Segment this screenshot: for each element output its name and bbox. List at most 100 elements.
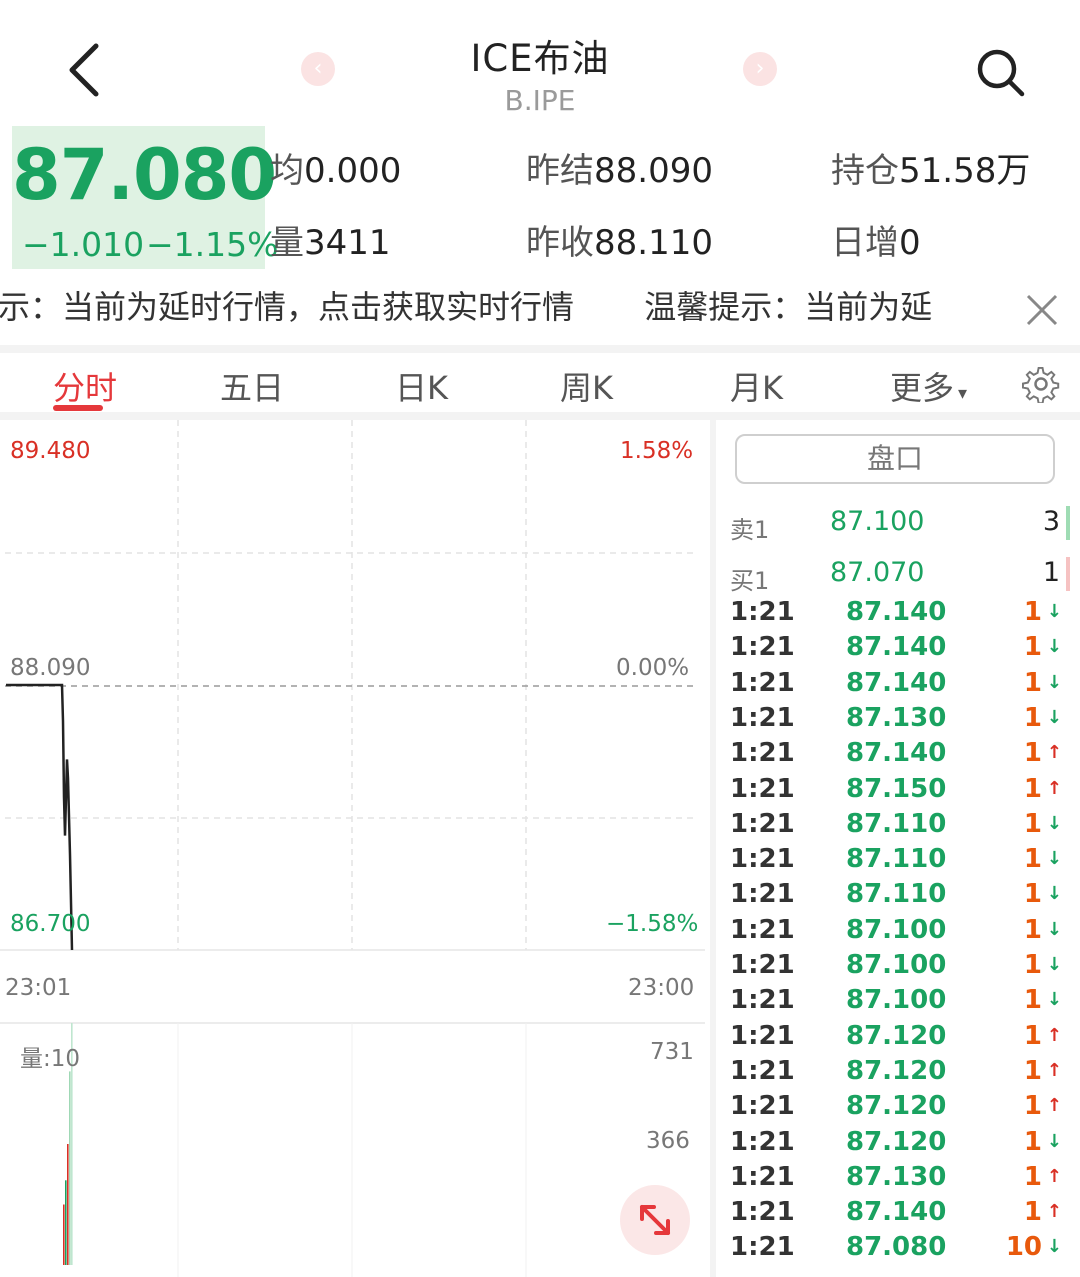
tick-price: 87.120 xyxy=(846,1091,947,1122)
tick-volume: 1 xyxy=(1023,1161,1042,1192)
arrow-down-icon: ↓ xyxy=(1046,918,1062,940)
tick-volume: 1 xyxy=(1023,1055,1042,1086)
tick-time: 1:21 xyxy=(730,985,795,1016)
arrow-up-icon: ↑ xyxy=(1046,1024,1062,1046)
arrow-down-icon: ↓ xyxy=(1046,671,1062,693)
tick-volume: 1 xyxy=(1023,738,1042,769)
tick-volume: 1 xyxy=(1023,1091,1042,1122)
tick-price: 87.100 xyxy=(846,914,947,945)
divider xyxy=(0,345,1080,353)
chart-tabs: 分时 五日 日K 周K 月K 更多 ▾ xyxy=(0,355,1080,415)
tick-price: 87.110 xyxy=(846,808,947,839)
tick-time: 1:21 xyxy=(730,914,795,945)
prev-settle-stat: 昨结88.090 xyxy=(526,151,713,191)
close-icon[interactable] xyxy=(1020,288,1064,332)
volume-label: 量:10 xyxy=(20,1046,81,1072)
arrow-up-icon: ↑ xyxy=(1046,777,1062,799)
tick-row: 1:21 87.140 1 ↓ xyxy=(730,597,1070,632)
volume-mid-label: 366 xyxy=(646,1128,690,1154)
tick-time: 1:21 xyxy=(730,808,795,839)
tick-row: 1:21 87.150 1 ↑ xyxy=(730,774,1070,809)
divider xyxy=(0,412,1080,420)
price-high-label: 89.480 xyxy=(10,438,91,464)
tick-volume: 1 xyxy=(1023,950,1042,980)
prev-close-stat: 昨收88.110 xyxy=(526,223,713,263)
search-icon[interactable] xyxy=(972,44,1028,100)
tick-row: 1:21 87.110 1 ↓ xyxy=(730,879,1070,914)
tab-intraday[interactable]: 分时 xyxy=(53,363,117,409)
tab-daily-k[interactable]: 日K xyxy=(395,363,448,409)
gear-icon[interactable] xyxy=(1022,365,1060,403)
tick-time: 1:21 xyxy=(730,773,795,804)
tick-price: 87.120 xyxy=(846,1126,947,1157)
expand-button[interactable] xyxy=(620,1185,690,1255)
arrow-down-icon: ↓ xyxy=(1046,636,1062,658)
ask-volume-bar xyxy=(1066,506,1070,540)
arrow-up-icon: ↑ xyxy=(1046,1165,1062,1187)
tick-time: 1:21 xyxy=(730,632,795,663)
pct-low-label: −1.58% xyxy=(606,911,699,937)
tick-price: 87.100 xyxy=(846,950,947,980)
price-low-label: 86.700 xyxy=(10,911,91,937)
tick-volume: 1 xyxy=(1023,1126,1042,1157)
tick-price: 87.140 xyxy=(846,667,947,698)
arrow-down-icon: ↓ xyxy=(1046,989,1062,1011)
tick-row: 1:21 87.120 1 ↑ xyxy=(730,1091,1070,1126)
tick-row: 1:21 87.130 1 ↑ xyxy=(730,1162,1070,1197)
instrument-title: ICE布油 xyxy=(470,37,610,80)
tick-volume: 1 xyxy=(1023,1020,1042,1051)
tab-five-day[interactable]: 五日 xyxy=(220,363,284,409)
tick-volume: 1 xyxy=(1023,844,1042,875)
tick-row: 1:21 87.140 1 ↓ xyxy=(730,632,1070,667)
notice-text: 提示：当前为延时行情，点击获取实时行情 xyxy=(0,288,575,326)
ask-row: 卖1 87.100 3 xyxy=(730,504,1070,544)
tick-volume: 1 xyxy=(1023,632,1042,663)
tick-time: 1:21 xyxy=(730,1232,795,1263)
tick-row: 1:21 87.140 1 ↑ xyxy=(730,738,1070,773)
bid-row: 买1 87.070 1 xyxy=(730,555,1070,595)
time-start-label: 23:01 xyxy=(5,975,72,1001)
tick-price: 87.140 xyxy=(846,1197,947,1228)
tick-volume: 1 xyxy=(1023,879,1042,910)
tick-volume: 1 xyxy=(1023,914,1042,945)
notice-text-repeat: 温馨提示：当前为延 xyxy=(644,288,933,326)
order-book-button[interactable]: 盘口 xyxy=(735,434,1055,484)
tab-weekly-k[interactable]: 周K xyxy=(560,363,613,409)
tick-row: 1:21 87.100 1 ↓ xyxy=(730,915,1070,950)
tick-row: 1:21 87.100 1 ↓ xyxy=(730,950,1070,985)
price-change: −1.010 xyxy=(22,225,145,264)
last-price: 87.080 xyxy=(12,134,277,216)
tab-more[interactable]: 更多 ▾ xyxy=(890,363,967,409)
tick-time: 1:21 xyxy=(730,667,795,698)
tab-monthly-k[interactable]: 月K xyxy=(730,363,783,409)
arrow-up-icon: ↑ xyxy=(1046,742,1062,764)
volume-bar xyxy=(67,1144,69,1265)
tick-price: 87.120 xyxy=(846,1020,947,1051)
tick-time: 1:21 xyxy=(730,597,795,627)
tick-time: 1:21 xyxy=(730,1091,795,1122)
tick-row: 1:21 87.120 1 ↑ xyxy=(730,1056,1070,1091)
tick-time: 1:21 xyxy=(730,844,795,875)
volume-bar xyxy=(63,1204,65,1265)
volume-stat: 量3411 xyxy=(270,223,391,263)
chart-grid xyxy=(0,420,705,1277)
tick-volume: 1 xyxy=(1023,773,1042,804)
volume-bar xyxy=(69,1071,71,1265)
tick-volume: 1 xyxy=(1023,808,1042,839)
arrow-up-icon: ↑ xyxy=(1046,1201,1062,1223)
arrow-down-icon: ↓ xyxy=(1046,954,1062,975)
intraday-chart[interactable] xyxy=(0,420,705,1277)
tick-price: 87.140 xyxy=(846,738,947,769)
delay-notice[interactable]: 提示：当前为延时行情，点击获取实时行情 温馨提示：当前为延 xyxy=(0,282,1010,334)
expand-icon xyxy=(640,1205,670,1235)
tick-row: 1:21 87.120 1 ↓ xyxy=(730,1127,1070,1162)
tick-volume: 1 xyxy=(1023,702,1042,733)
tick-volume: 10 xyxy=(1005,1232,1042,1263)
tick-time: 1:21 xyxy=(730,950,795,980)
tick-volume: 1 xyxy=(1023,985,1042,1016)
chevron-right-icon[interactable]: › xyxy=(743,52,777,86)
tick-price: 87.110 xyxy=(846,844,947,875)
arrow-down-icon: ↓ xyxy=(1046,848,1062,870)
pct-high-label: 1.58% xyxy=(620,438,694,464)
tick-time: 1:21 xyxy=(730,1161,795,1192)
